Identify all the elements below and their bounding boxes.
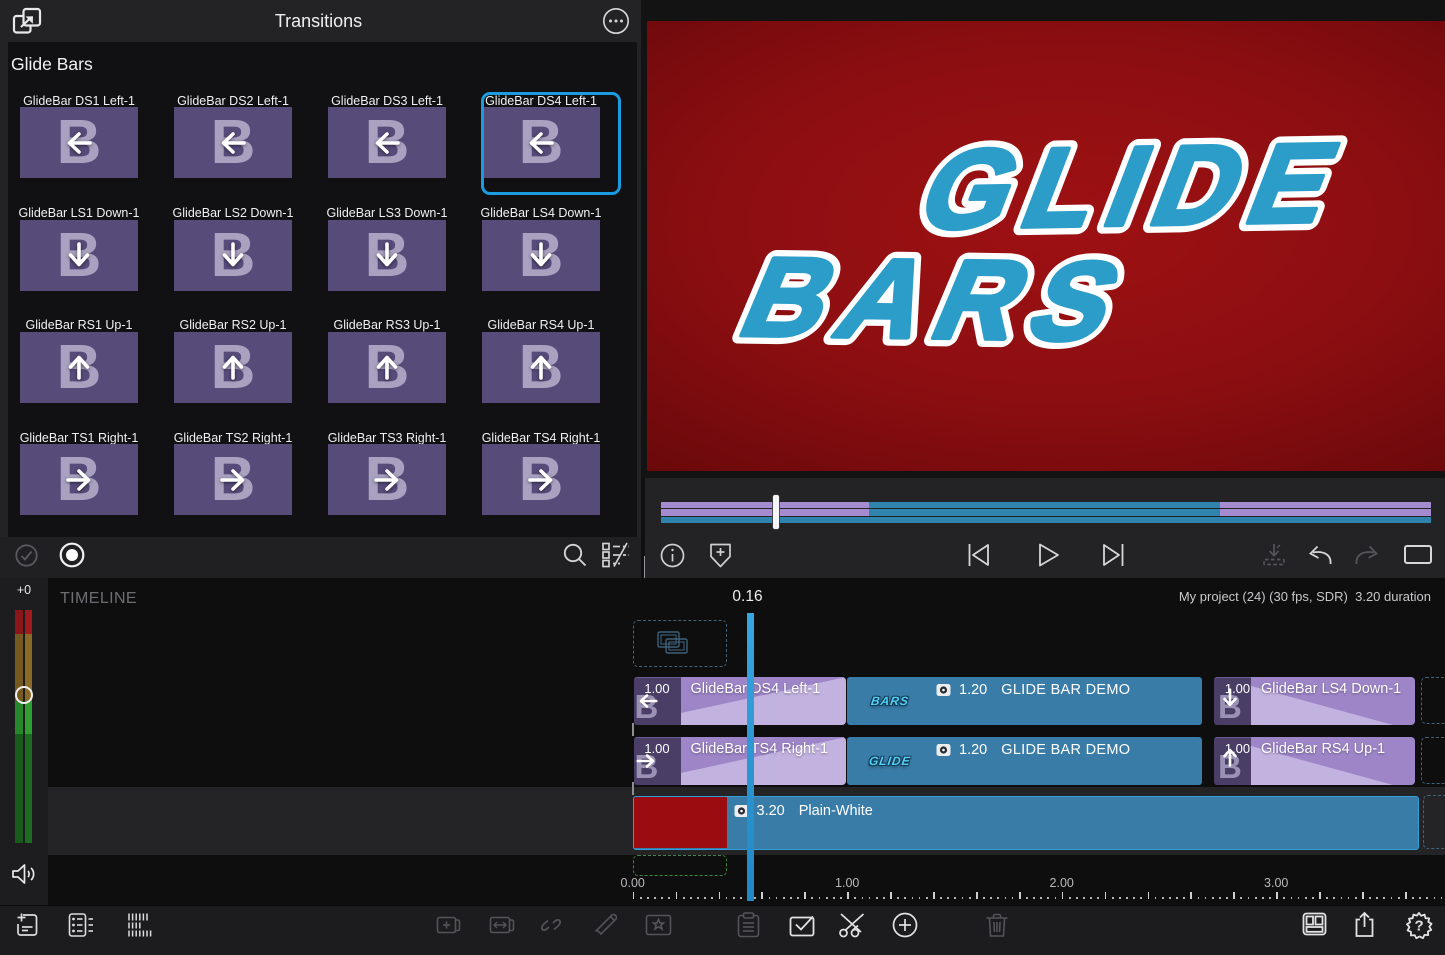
svg-text:?: ? [1415,918,1424,935]
svg-text:BARS: BARS [724,235,1154,365]
svg-text:GLIDE: GLIDE [904,120,1369,253]
